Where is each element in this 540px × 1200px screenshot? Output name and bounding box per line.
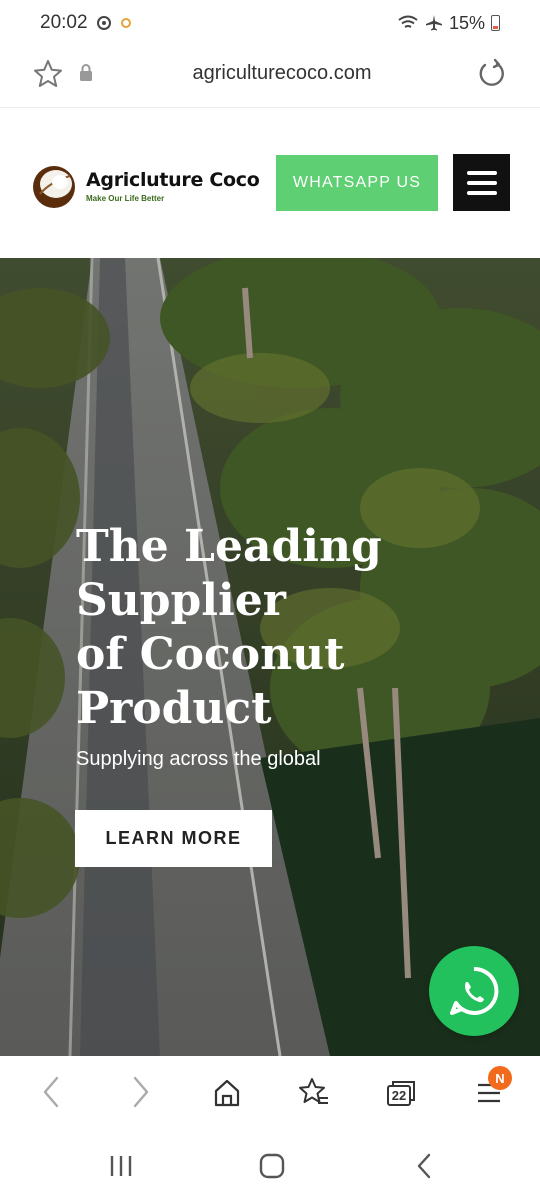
home-icon[interactable] [212,1078,242,1108]
menu-icon-bar [466,190,497,195]
airplane-icon [425,15,442,31]
notification-badge: N [488,1066,512,1090]
browser-toolbar: 22 N [0,1056,540,1128]
reload-icon[interactable] [476,58,508,90]
recents-icon[interactable] [108,1154,134,1178]
hero-title-line: The Leading [76,521,382,572]
address-bar: agriculturecoco.com [0,46,540,108]
back-icon[interactable] [40,1074,62,1110]
notification-icon [96,16,111,30]
status-time: 20:02 [40,12,88,33]
hero-title: The Leading Supplier of Coconut Product [76,520,396,736]
system-navigation-bar [0,1128,540,1200]
hero-subtitle: Supplying across the global [76,748,321,770]
hero-title-line: Product [76,683,272,734]
menu-button[interactable] [453,154,510,211]
battery-icon [491,15,500,31]
site-logo[interactable]: Agricluture Coco Make Our Life Better [30,162,260,210]
menu-icon-bar [466,180,497,185]
sync-icon [120,18,131,28]
coconut-logo-icon [33,166,75,208]
tabs-button[interactable]: 22 [384,1078,416,1108]
hero-title-line: of Coconut [76,629,345,680]
logo-tagline: Make Our Life Better [86,194,165,203]
hero-section: The Leading Supplier of Coconut Product … [0,258,540,1056]
back-nav-icon[interactable] [414,1152,434,1180]
url-text[interactable]: agriculturecoco.com [0,62,540,85]
hero-title-line: Supplier [76,575,286,626]
home-nav-icon[interactable] [258,1152,286,1180]
battery-percent: 15% [448,12,485,33]
whatsapp-float-button[interactable] [429,946,519,1036]
whatsapp-icon [450,966,499,1015]
status-bar: 20:02 15% [0,0,540,46]
site-header: Agricluture Coco Make Our Life Better WH… [0,108,540,258]
logo-name: Agricluture Coco [86,169,260,191]
bookmarks-icon[interactable] [298,1076,330,1108]
tab-count: 22 [391,1088,407,1103]
menu-icon-bar [466,170,497,175]
learn-more-button[interactable]: LEARN MORE [75,810,272,867]
whatsapp-button[interactable]: WHATSAPP US [276,155,438,211]
forward-icon[interactable] [130,1074,152,1110]
status-left: 20:02 [40,12,132,34]
logo-text: Agricluture Coco Make Our Life Better [86,169,260,203]
status-right: 15% [397,13,500,34]
wifi-icon [398,15,418,28]
